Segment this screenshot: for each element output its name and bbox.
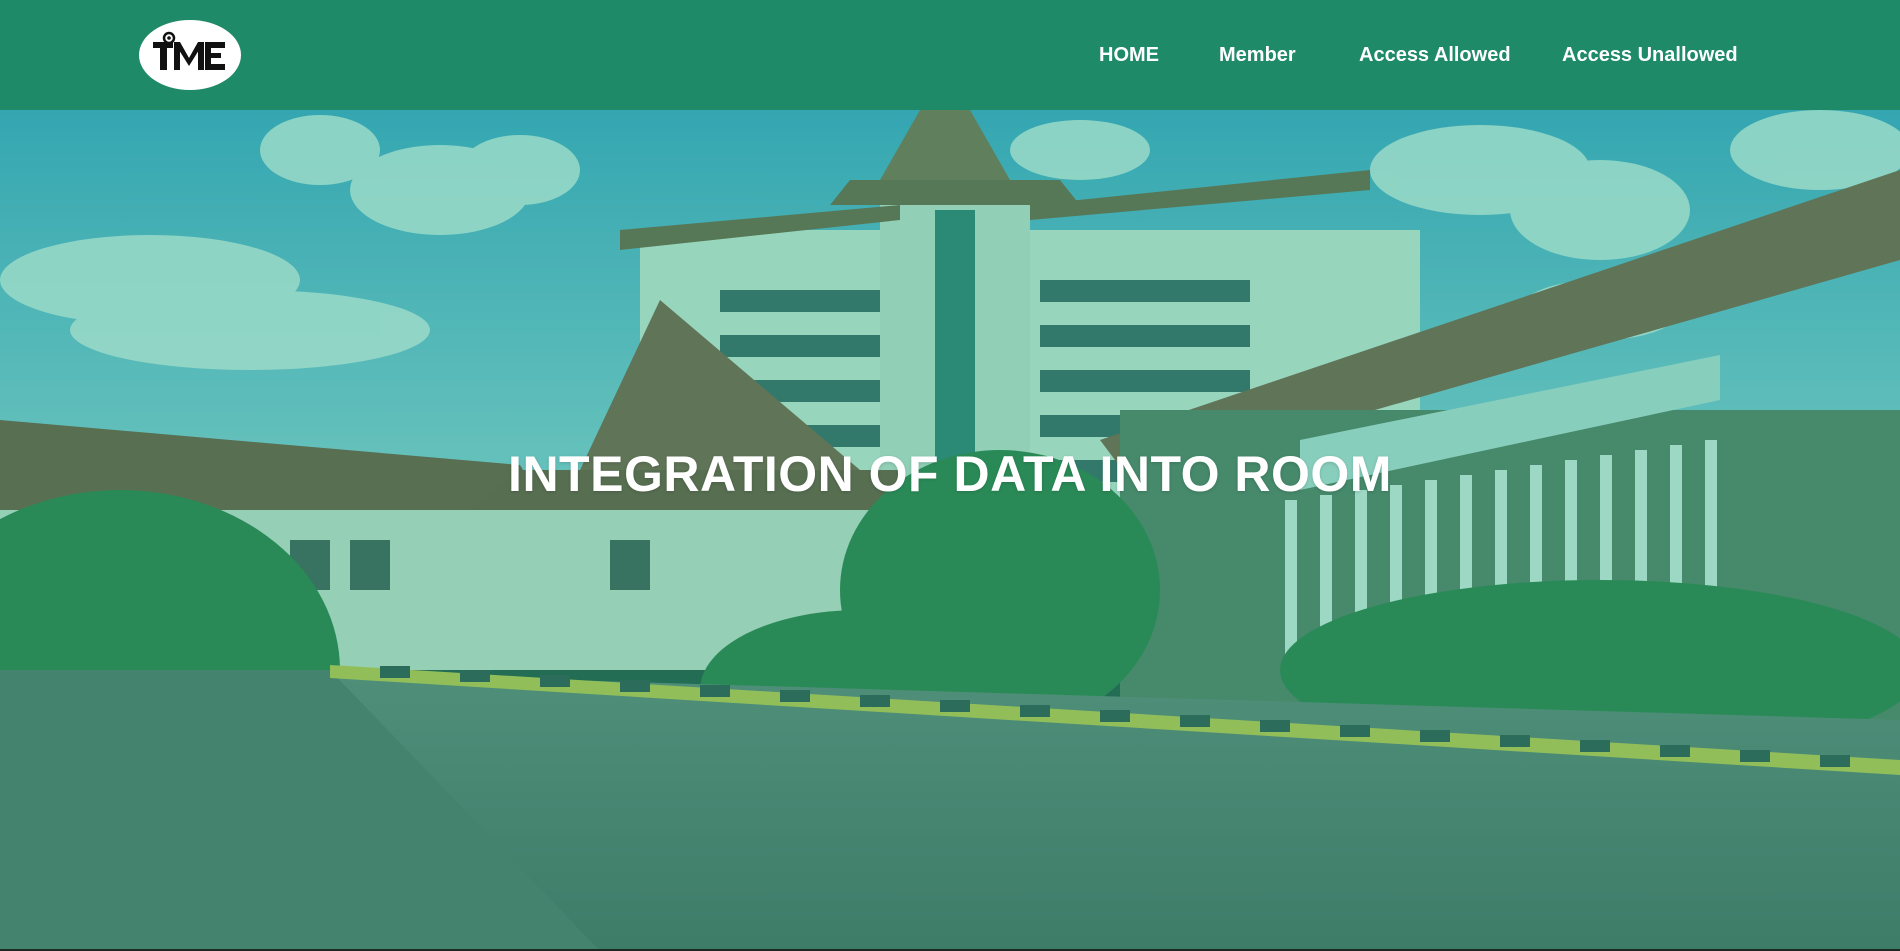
nav-home-link[interactable]: HOME — [1099, 44, 1159, 67]
main-nav: HOME Member Access Allowed Access Unallo… — [0, 0, 1900, 110]
nav-access-unallowed-link[interactable]: Access Unallowed — [1562, 44, 1738, 67]
navbar: HOME Member Access Allowed Access Unallo… — [0, 0, 1900, 110]
page: HOME Member Access Allowed Access Unallo… — [0, 0, 1900, 951]
nav-member-link[interactable]: Member — [1219, 44, 1296, 67]
hero-banner: INTEGRATION OF DATA INTO ROOM — [0, 110, 1900, 951]
nav-access-allowed-link[interactable]: Access Allowed — [1359, 44, 1511, 67]
hero-title: INTEGRATION OF DATA INTO ROOM — [508, 446, 1392, 502]
hero-color-overlay — [0, 110, 1900, 951]
